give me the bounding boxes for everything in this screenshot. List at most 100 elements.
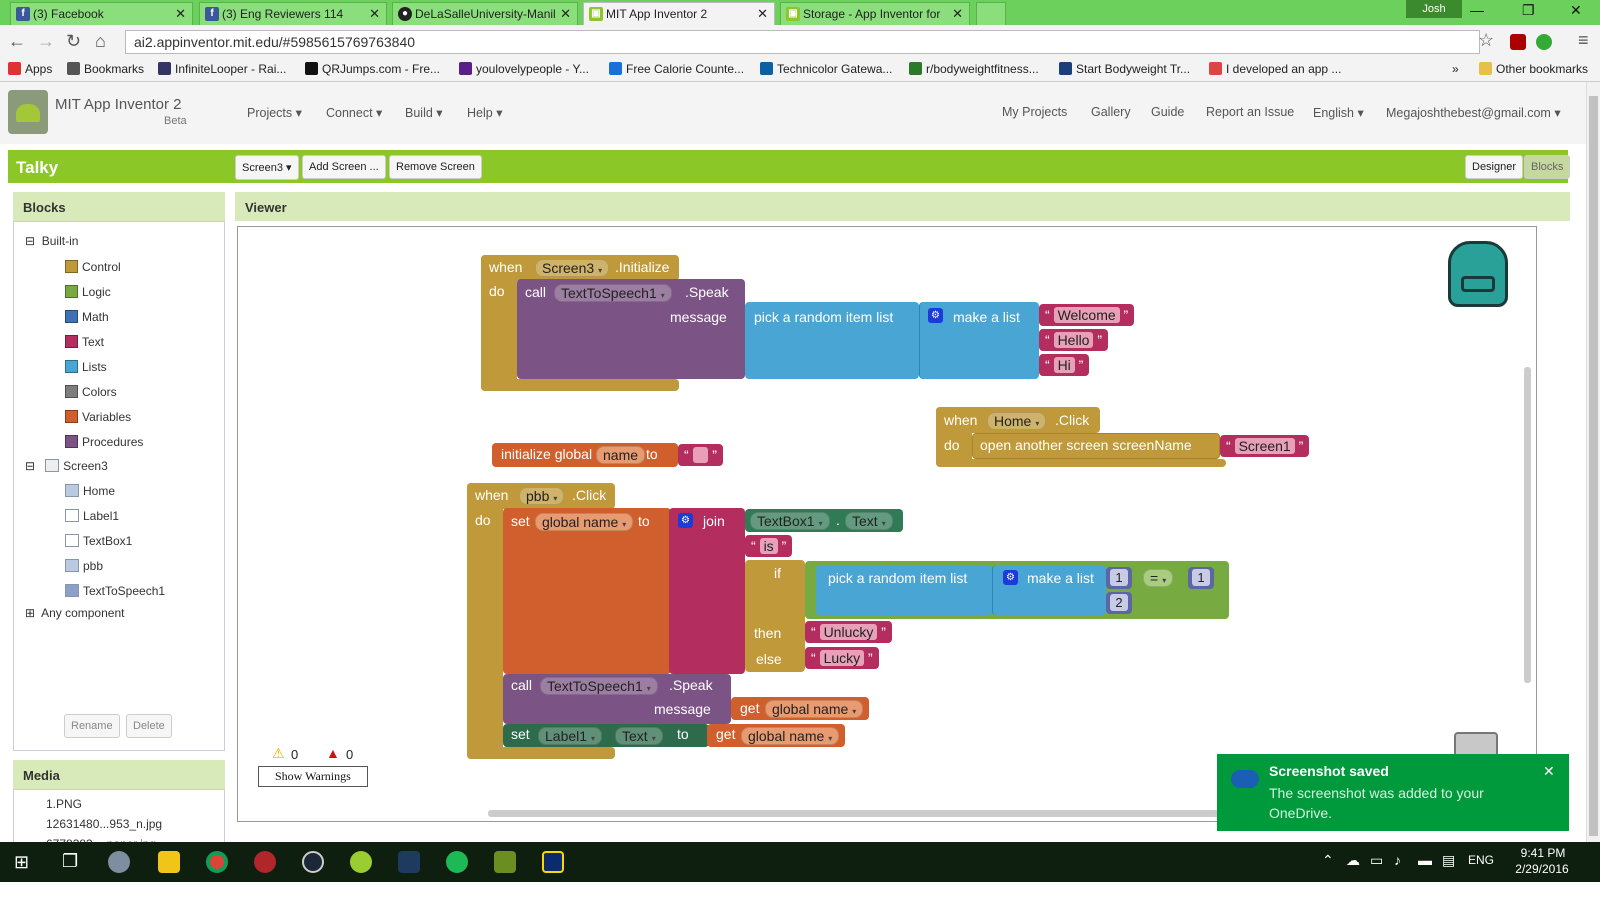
close-icon[interactable]: ✕ xyxy=(757,6,768,22)
string-block[interactable]: “ Unlucky ” xyxy=(805,621,892,643)
string-block[interactable]: “ Hello ” xyxy=(1039,329,1109,351)
drawer-control[interactable]: Control xyxy=(65,260,121,274)
clock-time[interactable]: 9:41 PM xyxy=(1513,846,1573,860)
screen-select[interactable]: Screen3 ▾ xyxy=(235,155,299,180)
backpack-icon[interactable] xyxy=(1448,241,1508,307)
task-view-icon[interactable]: ❐ xyxy=(62,851,78,872)
chrome-icon[interactable] xyxy=(206,851,228,873)
bookmark-bookmarks[interactable]: Bookmarks xyxy=(67,62,144,76)
property-dropdown[interactable]: Text ▾ xyxy=(845,512,893,530)
language-indicator[interactable]: ENG xyxy=(1468,853,1494,867)
taskbar-app-icon[interactable] xyxy=(398,851,420,873)
drawer-math[interactable]: Math xyxy=(65,310,109,324)
bookmark-start-bodyweight[interactable]: Start Bodyweight Tr... xyxy=(1059,62,1190,76)
tab-mit-app-inventor[interactable]: ▣ MIT App Inventor 2 ✕ xyxy=(583,2,775,25)
menu-icon[interactable]: ≡ xyxy=(1578,30,1589,51)
compare-operator-dropdown[interactable]: = ▾ xyxy=(1143,569,1174,587)
expand-icon[interactable]: ⊞ xyxy=(25,606,35,620)
tray-chevron-icon[interactable]: ⌃ xyxy=(1322,852,1334,869)
drawer-text[interactable]: Text xyxy=(65,335,104,349)
show-warnings-button[interactable]: Show Warnings xyxy=(258,766,368,787)
notification-toast[interactable]: Screenshot saved The screenshot was adde… xyxy=(1217,754,1569,831)
media-file[interactable]: 12631480...953_n.jpg xyxy=(46,817,162,831)
component-home[interactable]: Home xyxy=(65,484,115,498)
menu-language[interactable]: English ▾ xyxy=(1313,105,1364,120)
drawer-lists[interactable]: Lists xyxy=(65,360,107,374)
taskbar-app-icon[interactable] xyxy=(542,851,564,873)
join-block[interactable] xyxy=(669,508,745,674)
tab-facebook[interactable]: f (3) Facebook ✕ xyxy=(10,2,193,25)
variable-name-field[interactable]: name xyxy=(596,446,646,464)
property-dropdown[interactable]: Text ▾ xyxy=(615,727,663,745)
extension-icon[interactable] xyxy=(1536,34,1552,50)
link-my-projects[interactable]: My Projects xyxy=(1002,105,1067,119)
clock-date[interactable]: 2/29/2016 xyxy=(1508,862,1576,876)
builtin-node[interactable]: ⊟ Built-in xyxy=(25,234,78,248)
page-scrollbar[interactable] xyxy=(1586,82,1600,842)
bookmark-apps[interactable]: Apps xyxy=(8,62,52,76)
drawer-logic[interactable]: Logic xyxy=(65,285,111,299)
forward-icon[interactable]: → xyxy=(37,31,55,52)
variable-dropdown[interactable]: global name ▾ xyxy=(765,700,864,718)
menu-projects[interactable]: Projects ▾ xyxy=(247,105,302,120)
component-dropdown[interactable]: TextToSpeech1 ▾ xyxy=(554,284,672,302)
close-icon[interactable]: ✕ xyxy=(560,6,571,22)
link-report-issue[interactable]: Report an Issue xyxy=(1206,105,1294,119)
blocks-workspace[interactable]: when Screen3 ▾ .Initialize do call TextTo… xyxy=(237,226,1537,822)
screen-node[interactable]: ⊟ Screen3 xyxy=(25,459,108,473)
close-icon[interactable]: ✕ xyxy=(952,6,963,22)
drawer-variables[interactable]: Variables xyxy=(65,410,131,424)
close-icon[interactable]: ✕ xyxy=(1543,763,1555,780)
link-gallery[interactable]: Gallery xyxy=(1091,105,1131,119)
battery-icon[interactable]: ▬ xyxy=(1418,852,1432,868)
number-block[interactable]: 1 xyxy=(1188,567,1214,589)
steam-icon[interactable] xyxy=(302,851,324,873)
gear-icon[interactable]: ⚙ xyxy=(928,308,943,323)
set-variable-block[interactable] xyxy=(503,508,671,674)
vertical-scrollbar[interactable] xyxy=(1524,367,1531,683)
string-block[interactable]: “ Welcome ” xyxy=(1039,304,1135,326)
media-file[interactable]: 1.PNG xyxy=(46,797,82,811)
gear-icon[interactable]: ⚙ xyxy=(1003,570,1018,585)
component-dropdown[interactable]: Label1 ▾ xyxy=(538,727,603,745)
drawer-procedures[interactable]: Procedures xyxy=(65,435,143,449)
component-label1[interactable]: Label1 xyxy=(65,509,119,523)
close-window-icon[interactable]: ✕ xyxy=(1570,2,1582,19)
add-screen-button[interactable]: Add Screen ... xyxy=(302,155,386,179)
file-explorer-icon[interactable] xyxy=(158,851,180,873)
new-tab-button[interactable] xyxy=(976,2,1006,25)
number-block[interactable]: 1 xyxy=(1106,567,1132,589)
address-bar[interactable]: ai2.appinventor.mit.edu/#598561576976384… xyxy=(125,30,1480,54)
empty-string-block[interactable]: “ ” xyxy=(678,444,723,466)
tab-github[interactable]: ● DeLaSalleUniversity-Manil ✕ xyxy=(392,2,578,25)
component-pbb[interactable]: pbb xyxy=(65,559,103,573)
link-guide[interactable]: Guide xyxy=(1151,105,1184,119)
menu-help[interactable]: Help ▾ xyxy=(467,105,502,120)
minimize-icon[interactable]: — xyxy=(1470,2,1484,18)
reload-icon[interactable]: ↻ xyxy=(66,31,81,52)
volume-icon[interactable]: ♪ xyxy=(1394,852,1401,868)
tab-eng-reviewers[interactable]: f (3) Eng Reviewers 114 ✕ xyxy=(199,2,387,25)
close-icon[interactable]: ✕ xyxy=(175,6,186,22)
network-icon[interactable]: ▭ xyxy=(1370,852,1383,869)
tab-storage[interactable]: ▣ Storage - App Inventor for ✕ xyxy=(780,2,970,25)
taskbar-app-icon[interactable] xyxy=(350,851,372,873)
variable-dropdown[interactable]: global name ▾ xyxy=(741,727,840,745)
component-dropdown[interactable]: TextToSpeech1 ▾ xyxy=(540,677,658,695)
profile-name[interactable]: Josh xyxy=(1406,0,1462,18)
minecraft-icon[interactable] xyxy=(494,851,516,873)
bookmarks-overflow[interactable]: » xyxy=(1452,62,1459,76)
string-block[interactable]: “ Hi ” xyxy=(1039,354,1090,376)
windows-start-icon[interactable]: ⊞ xyxy=(14,852,29,873)
string-block[interactable]: “ is ” xyxy=(745,535,793,557)
designer-button[interactable]: Designer xyxy=(1465,155,1524,179)
bookmark-qrjumps[interactable]: QRJumps.com - Fre... xyxy=(305,62,440,76)
menu-build[interactable]: Build ▾ xyxy=(405,105,443,120)
bookmark-calorie[interactable]: Free Calorie Counte... xyxy=(609,62,744,76)
any-component-node[interactable]: ⊞ Any component xyxy=(25,606,124,620)
bookmark-infinitelooper[interactable]: InfiniteLooper - Rai... xyxy=(158,62,286,76)
star-icon[interactable]: ☆ xyxy=(1478,30,1494,51)
gear-icon[interactable]: ⚙ xyxy=(678,513,693,528)
horizontal-scrollbar[interactable] xyxy=(488,810,1278,817)
bookmark-developed-app[interactable]: I developed an app ... xyxy=(1209,62,1341,76)
